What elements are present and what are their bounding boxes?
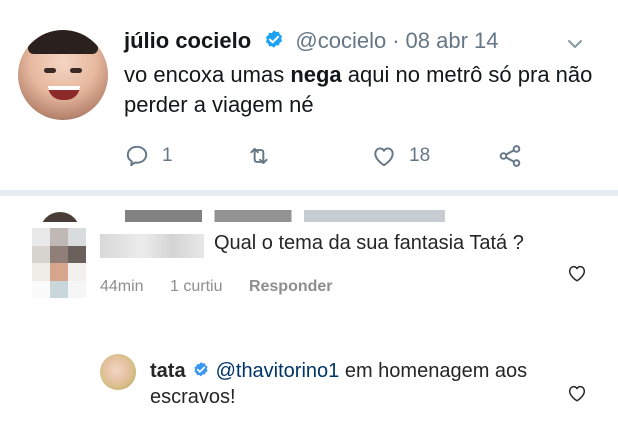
- tweet-header: júlio cocielo @cocielo · 08 abr 14: [124, 28, 499, 54]
- retweet-icon: [250, 147, 268, 165]
- tweet-card: júlio cocielo @cocielo · 08 abr 14 vo enco…: [0, 0, 618, 195]
- mention-link[interactable]: @thavitorino1: [216, 360, 340, 382]
- comment-text: Qual o tema da sua fantasia Tatá ?: [214, 232, 524, 254]
- blurred-avatar: [32, 228, 86, 298]
- verified-badge-icon: [193, 362, 208, 377]
- comment-row: Qual o tema da sua fantasia Tatá ? 44min…: [0, 222, 618, 320]
- reply-button[interactable]: 1: [124, 140, 173, 172]
- tweet-actions: 1 18: [124, 140, 584, 172]
- like-heart-icon: [374, 147, 394, 167]
- reply-icon: [126, 145, 148, 167]
- tweet-text: vo encoxa umas nega aqui no metrô só pra…: [124, 62, 593, 117]
- share-icon: [499, 145, 521, 167]
- tweet-text-bold: nega: [290, 62, 342, 87]
- heart-outline-icon[interactable]: [566, 382, 588, 404]
- reply-username[interactable]: tata: [150, 360, 186, 382]
- cut-off-tweet-strip: [0, 196, 618, 222]
- reply-comment-row: tata @thavitorino1 em homenagem aos escra…: [0, 340, 618, 430]
- comment-reply-link[interactable]: Responder: [249, 278, 333, 295]
- avatar[interactable]: [100, 354, 136, 390]
- like-button[interactable]: 18: [371, 140, 430, 172]
- retweet-button[interactable]: [246, 140, 272, 172]
- verified-badge-icon: [266, 30, 283, 48]
- heart-outline-icon[interactable]: [566, 262, 588, 284]
- cut-off-avatar: [40, 212, 80, 222]
- chevron-down-icon[interactable]: [565, 34, 585, 54]
- profile-avatar[interactable]: [18, 30, 108, 120]
- blurred-username: [100, 234, 204, 258]
- reply-comment-text: tata @thavitorino1 em homenagem aos escra…: [150, 360, 528, 408]
- header-separator: ·: [392, 28, 400, 53]
- reply-count: 1: [162, 145, 173, 166]
- comment-meta: 44min 1 curtiu Responder: [100, 278, 355, 296]
- like-count: 18: [409, 145, 431, 166]
- cut-off-text: [125, 210, 445, 222]
- comment-time: 44min: [100, 278, 144, 295]
- comment-like-count[interactable]: 1 curtiu: [170, 278, 222, 295]
- share-button[interactable]: [497, 140, 523, 172]
- user-handle[interactable]: @cocielo: [295, 28, 386, 53]
- user-display-name[interactable]: júlio cocielo: [124, 28, 251, 53]
- tweet-date[interactable]: 08 abr 14: [406, 28, 499, 53]
